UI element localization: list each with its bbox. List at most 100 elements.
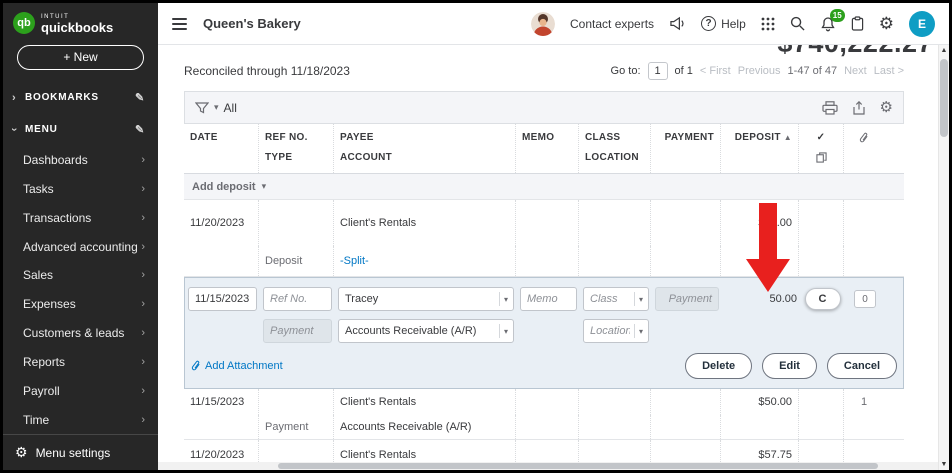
horizontal-scrollbar[interactable] xyxy=(158,462,938,470)
row-deposit: $40.00 xyxy=(721,200,799,246)
hamburger-menu-icon[interactable] xyxy=(172,18,187,30)
page-input[interactable]: 1 xyxy=(648,62,668,80)
chevron-right-icon: › xyxy=(141,183,145,195)
date-input[interactable] xyxy=(188,287,257,311)
sidebar-item-label: Payroll xyxy=(23,384,60,398)
tasks-clipboard-icon[interactable] xyxy=(851,16,864,31)
sidebar-section-menu[interactable]: › MENU ✎ xyxy=(3,114,158,146)
table-row[interactable]: 11/20/2023 Client's Rentals $40.00 Depos… xyxy=(184,200,904,277)
sidebar-item-tasks[interactable]: Tasks › xyxy=(3,174,158,203)
column-header-memo[interactable]: MEMO xyxy=(516,124,579,173)
caret-down-icon: ▾ xyxy=(262,181,267,192)
print-icon[interactable] xyxy=(822,101,838,115)
table-settings-gear-icon[interactable]: ⚙ xyxy=(880,100,893,115)
table-header: DATE REF NO.TYPE PAYEEACCOUNT MEMO CLASS… xyxy=(184,124,904,174)
register-content: $740,222.27 Reconciled through 11/18/202… xyxy=(158,45,949,470)
table-row[interactable]: 11/15/2023 Client's Rentals $50.00 1 Pay… xyxy=(184,389,904,440)
contact-experts-link[interactable]: Contact experts xyxy=(570,17,654,31)
sort-ascending-icon: ▲ xyxy=(784,133,792,142)
column-header-attachments[interactable] xyxy=(844,124,884,173)
sidebar-item-label: Tasks xyxy=(23,182,54,196)
sidebar-item-payroll[interactable]: Payroll › xyxy=(3,376,158,405)
search-icon[interactable] xyxy=(790,16,805,31)
sidebar-item-transactions[interactable]: Transactions › xyxy=(3,203,158,232)
sidebar-item-customers-leads[interactable]: Customers & leads › xyxy=(3,319,158,348)
location-select[interactable]: Location ▾ xyxy=(583,319,649,343)
row-deposit: $50.00 xyxy=(721,389,799,415)
edit-button[interactable]: Edit xyxy=(762,353,817,379)
account-select[interactable]: Accounts Receivable (A/R) ▾ xyxy=(338,319,514,343)
payee-select[interactable]: Tracey ▾ xyxy=(338,287,514,311)
caret-down-icon: ▾ xyxy=(499,324,508,338)
sidebar-item-time[interactable]: Time › xyxy=(3,405,158,434)
goto-label: Go to: xyxy=(611,65,641,77)
app-window: qb INTUIT quickbooks + New › BOOKMARKS ✎… xyxy=(0,0,952,473)
column-header-class-location[interactable]: CLASSLOCATION xyxy=(579,124,651,173)
sidebar-item-label: Customers & leads xyxy=(23,326,124,340)
balance-amount: $740,222.27 xyxy=(777,45,933,57)
cleared-status-button[interactable]: C xyxy=(805,288,841,310)
column-header-payment[interactable]: PAYMENT xyxy=(651,124,721,173)
split-link[interactable]: -Split- xyxy=(334,246,516,276)
ref-no-input[interactable] xyxy=(263,287,332,311)
edit-pencil-icon[interactable]: ✎ xyxy=(135,123,145,136)
sidebar-item-label: Time xyxy=(23,413,49,427)
help-button[interactable]: ? Help xyxy=(701,16,746,31)
filter-value: All xyxy=(224,101,237,115)
sidebar-item-label: Dashboards xyxy=(23,153,88,167)
help-label: Help xyxy=(721,17,746,31)
column-header-payee-account[interactable]: PAYEEACCOUNT xyxy=(334,124,516,173)
expert-avatar[interactable] xyxy=(531,12,555,36)
sidebar-section-bookmarks[interactable]: › BOOKMARKS ✎ xyxy=(3,82,158,114)
next-page-link[interactable]: Next xyxy=(844,65,867,77)
add-deposit-button[interactable]: Add deposit ▾ xyxy=(184,174,904,200)
edit-pencil-icon[interactable]: ✎ xyxy=(135,91,145,104)
notifications-bell-icon[interactable]: 15 xyxy=(820,16,836,32)
add-attachment-link[interactable]: Add Attachment xyxy=(191,360,283,373)
last-page-link[interactable]: Last > xyxy=(874,65,904,77)
first-page-link[interactable]: < First xyxy=(700,65,731,77)
user-avatar[interactable]: E xyxy=(909,11,935,37)
megaphone-icon[interactable] xyxy=(669,16,686,31)
delete-button[interactable]: Delete xyxy=(685,353,752,379)
sidebar-item-advanced-accounting[interactable]: Advanced accounting › xyxy=(3,232,158,261)
filter-dropdown[interactable]: ▾ All xyxy=(195,101,237,115)
caret-down-icon: ▾ xyxy=(634,324,643,338)
row-attachment-count[interactable]: 1 xyxy=(844,389,884,415)
reconciled-status: Reconciled through 11/18/2023 xyxy=(184,64,350,78)
row-payee: Client's Rentals xyxy=(334,389,516,415)
cancel-button[interactable]: Cancel xyxy=(827,353,897,379)
horizontal-scrollbar-thumb[interactable] xyxy=(278,463,878,469)
deposit-value: 50.00 xyxy=(769,293,797,305)
record-range: 1-47 of 47 xyxy=(788,65,838,77)
menu-settings-button[interactable]: ⚙ Menu settings xyxy=(3,434,158,470)
row-date: 11/15/2023 xyxy=(184,389,259,415)
payment-field-disabled: Payment xyxy=(655,287,719,311)
bookmarks-label: BOOKMARKS xyxy=(25,92,99,103)
scroll-up-arrow[interactable]: ▲ xyxy=(939,47,949,54)
attachment-count[interactable]: 0 xyxy=(854,290,876,308)
new-button[interactable]: + New xyxy=(17,45,144,70)
row-account: Accounts Receivable (A/R) xyxy=(334,415,516,439)
chevron-right-icon: › xyxy=(141,298,145,310)
previous-page-link[interactable]: Previous xyxy=(738,65,781,77)
chevron-right-icon: › xyxy=(141,414,145,426)
chevron-right-icon: › xyxy=(141,385,145,397)
export-icon[interactable] xyxy=(852,101,866,115)
sidebar-item-sales[interactable]: Sales › xyxy=(3,261,158,290)
column-header-cleared[interactable]: ✓ xyxy=(799,124,844,173)
apps-grid-icon[interactable] xyxy=(761,17,775,31)
memo-input[interactable] xyxy=(520,287,577,311)
sidebar-item-dashboards[interactable]: Dashboards › xyxy=(3,146,158,175)
sidebar-item-expenses[interactable]: Expenses › xyxy=(3,290,158,319)
vertical-scrollbar[interactable]: ▲ ▼ xyxy=(938,45,949,470)
column-header-refno-type[interactable]: REF NO.TYPE xyxy=(259,124,334,173)
class-select[interactable]: Class ▾ xyxy=(583,287,649,311)
gear-icon: ⚙ xyxy=(15,444,28,461)
column-header-deposit[interactable]: DEPOSIT▲ xyxy=(721,124,799,173)
sidebar-item-reports[interactable]: Reports › xyxy=(3,348,158,377)
scroll-down-arrow[interactable]: ▼ xyxy=(939,461,949,468)
vertical-scrollbar-thumb[interactable] xyxy=(940,59,948,137)
column-header-date[interactable]: DATE xyxy=(184,124,259,173)
settings-gear-icon[interactable]: ⚙ xyxy=(879,15,894,32)
